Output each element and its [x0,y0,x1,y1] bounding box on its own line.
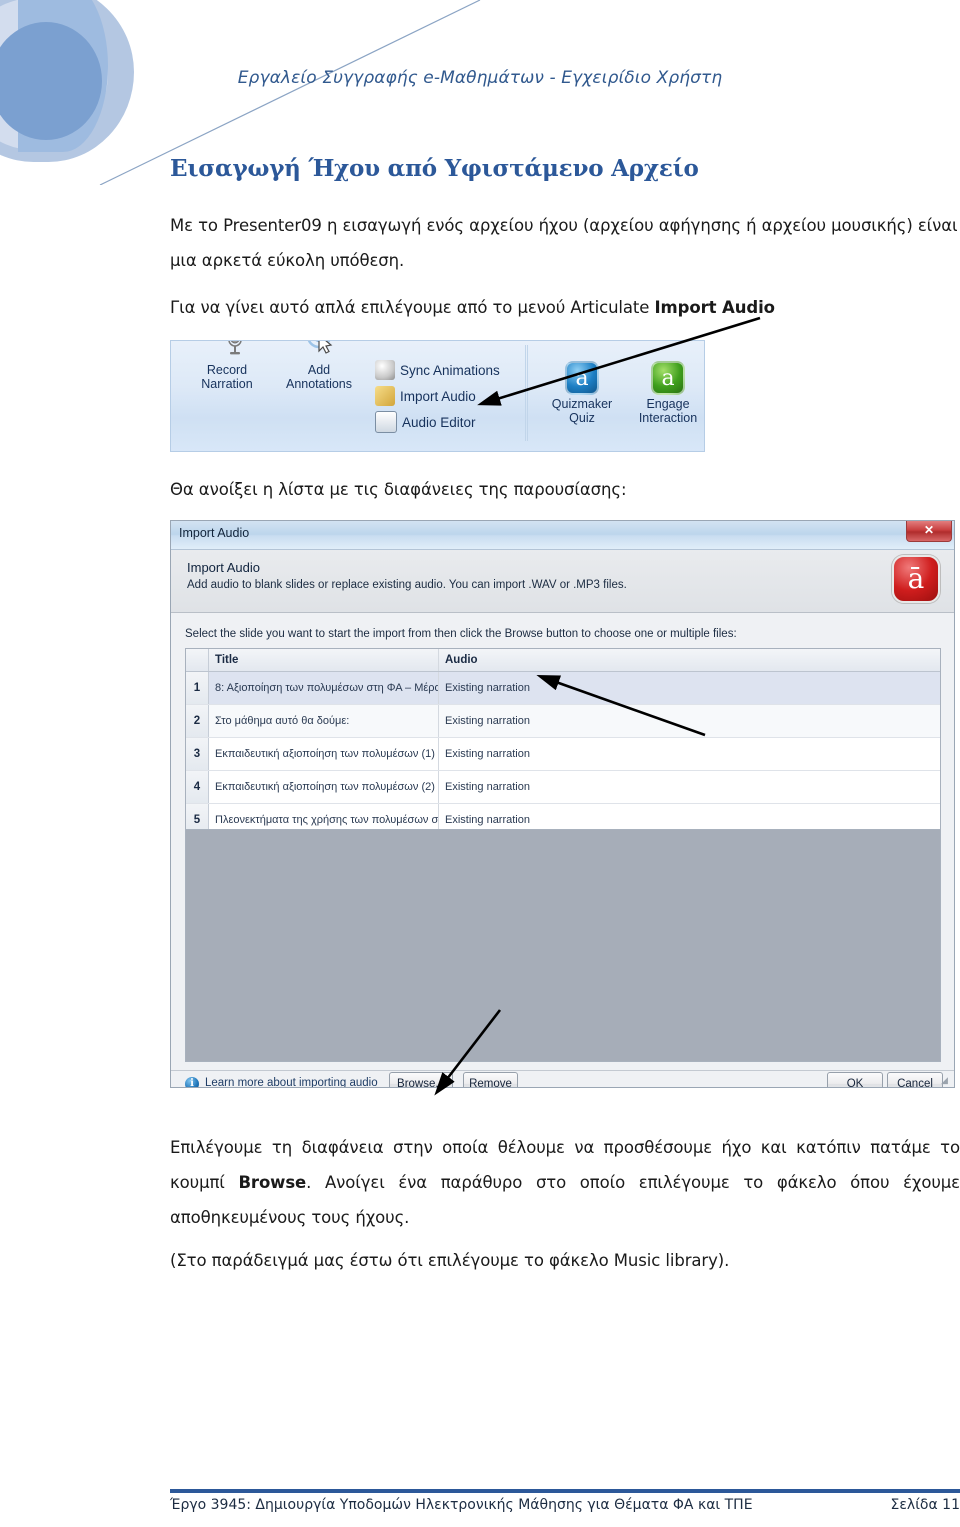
ribbon-item-import-audio[interactable]: Import Audio [375,383,525,409]
ribbon-item-label-import: Import Audio [400,388,476,404]
stopwatch-icon [375,360,395,380]
table-header-row: Title Audio [186,649,940,672]
paragraph-example-note: (Στο παράδειγμά μας έστω ότι επιλέγουμε … [170,1251,730,1270]
row-title: Στο μάθημα αυτό θα δούμε: [209,705,439,737]
dialog-banner-subtitle: Add audio to blank slides or replace exi… [187,579,627,591]
ribbon-label-record-l1: Record [206,363,248,377]
articulate-logo-icon: ā [892,555,940,603]
row-index: 4 [186,771,209,803]
paragraph-menu-instruction: Για να γίνει αυτό απλά επιλέγουμε από το… [170,290,960,325]
row-title: Εκπαιδευτική αξιοποίηση των πολυμέσων (1… [209,738,439,770]
close-icon[interactable]: ✕ [906,521,952,542]
row-index: 3 [186,738,209,770]
dialog-instruction-text: Select the slide you want to start the i… [185,628,737,640]
learn-more-link[interactable]: Learn more about importing audio [205,1077,378,1087]
row-audio: Existing narration [445,814,530,826]
footer-page-number: Σελίδα 11 [890,1497,960,1513]
table-header-title[interactable]: Title [209,649,439,671]
row-index: 2 [186,705,209,737]
row-audio: Existing narration [445,715,530,727]
ribbon-label-quizmaker-l1: Quizmaker [551,397,613,411]
table-row[interactable]: 2 Στο μάθημα αυτό θα δούμε: Existing nar… [186,705,940,738]
row-audio: Existing narration [445,682,530,694]
import-audio-dialog: Import Audio ✕ Import Audio Add audio to… [170,520,955,1088]
row-index: 1 [186,672,209,704]
dialog-empty-panel [185,830,941,1062]
resize-grip-icon[interactable]: ◢ [941,1075,951,1085]
info-icon: i [185,1077,199,1087]
ribbon-button-record-narration[interactable]: Record Narration [185,341,269,391]
browse-button[interactable]: Browse... [389,1072,453,1087]
cancel-button[interactable]: Cancel [887,1072,943,1087]
ribbon-label-quizmaker-l2: Quiz [569,411,595,425]
ribbon-label-engage-l1: Engage [646,397,690,411]
row-title: Πλεονεκτήματα της χρήσης των πολυμέσων σ [209,804,439,829]
table-row[interactable]: 5 Πλεονεκτήματα της χρήσης των πολυμέσων… [186,804,940,829]
ribbon-label-record-l2: Narration [201,377,253,391]
remove-button[interactable]: Remove [463,1072,518,1087]
row-title: 8: Αξιοποίηση των πολυμέσων στη ΦΑ – Μέρ… [209,672,439,704]
table-header-audio[interactable]: Audio [439,649,940,671]
document-header-title: Εργαλείο Συγγραφής e-Μαθημάτων - Εγχειρί… [237,68,723,88]
ribbon-label-add-l1: Add [307,363,331,377]
row-title: Εκπαιδευτική αξιοποίηση των πολυμέσων (2… [209,771,439,803]
row-index: 5 [186,804,209,829]
annotation-cursor-icon [307,341,333,354]
ribbon-label-engage-l2: Interaction [638,411,698,425]
paragraph-menu-prefix: Για να γίνει αυτό απλά επιλέγουμε από το… [170,298,655,317]
table-header-index [186,649,209,671]
audio-editor-icon [375,411,397,433]
browse-emphasis: Browse [238,1173,307,1192]
engage-icon: a [651,361,685,395]
ribbon-button-quizmaker-quiz[interactable]: a Quizmaker Quiz [541,361,623,425]
ribbon-item-audio-editor[interactable]: Audio Editor [375,409,525,435]
dialog-banner: Import Audio Add audio to blank slides o… [171,550,954,613]
menu-item-emphasis: Import Audio [654,298,775,317]
microphone-icon [228,341,242,355]
import-audio-icon [375,386,395,406]
ribbon-command-list: Sync Animations Import Audio Audio Edito… [375,357,525,435]
ribbon-label-add-l2: Annotations [285,377,353,391]
ok-button[interactable]: OK [827,1072,883,1087]
footer-project-text: Έργο 3945: Δημιουργία Υποδομών Ηλεκτρονι… [170,1497,753,1513]
paragraph-list-opens: Θα ανοίξει η λίστα με τις διαφάνειες της… [170,480,627,499]
ribbon-button-add-annotations[interactable]: Add Annotations [267,341,371,391]
slides-table[interactable]: Title Audio 1 8: Αξιοποίηση των πολυμέσω… [185,648,941,830]
ribbon-button-engage-interaction[interactable]: a Engage Interaction [623,361,704,425]
dialog-title-text: Import Audio [179,526,250,540]
ribbon-item-sync-animations[interactable]: Sync Animations [375,357,525,383]
paragraph-intro: Με το Presenter09 η εισαγωγή ενός αρχείο… [170,216,958,270]
footer-divider [170,1489,960,1493]
row-audio: Existing narration [445,781,530,793]
table-row[interactable]: 1 8: Αξιοποίηση των πολυμέσων στη ΦΑ – Μ… [186,672,940,705]
page-title: Εισαγωγή Ήχου από Υφιστάμενο Αρχείο [170,155,699,183]
ribbon-item-label-sync: Sync Animations [400,362,500,378]
ribbon-item-label-editor: Audio Editor [402,414,476,430]
dialog-banner-heading: Import Audio [187,560,260,575]
articulate-ribbon-screenshot: Record Narration Add Annotations Sync An… [170,340,705,452]
paragraph-browse-instruction: Επιλέγουμε τη διαφάνεια στην οποία θέλου… [170,1130,960,1235]
table-row[interactable]: 3 Εκπαιδευτική αξιοποίηση των πολυμέσων … [186,738,940,771]
row-audio: Existing narration [445,748,530,760]
table-row[interactable]: 4 Εκπαιδευτική αξιοποίηση των πολυμέσων … [186,771,940,804]
quizmaker-icon: a [565,361,599,395]
dialog-title-bar: Import Audio ✕ [171,521,954,550]
